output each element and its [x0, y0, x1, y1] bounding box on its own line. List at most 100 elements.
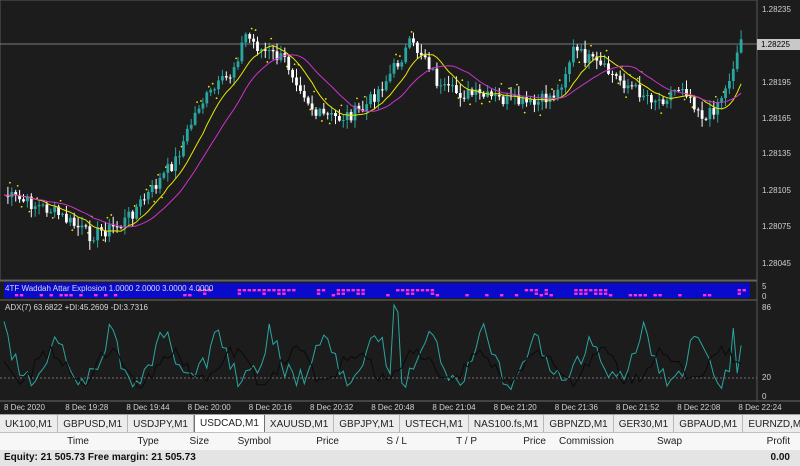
symbol-tab[interactable]: GBPJPY,M1 [334, 415, 401, 433]
waddah-axis-5: 5 [762, 282, 767, 291]
fractal-dot [399, 55, 401, 57]
candle-body [384, 81, 388, 91]
waddah-indicator-title: 4TF Waddah Attar Explosion 1.0000 2.0000… [5, 284, 214, 293]
candle-body [37, 205, 41, 207]
waddah-bar [14, 294, 19, 297]
symbol-tab[interactable]: GBPAUD,M1 [674, 415, 744, 433]
candle-body [669, 91, 673, 101]
waddah-bar [579, 289, 583, 292]
adx-indicator-title: ADX(7) 63.6822 +DI:45.2609 -DI:3.7316 [5, 303, 148, 312]
candle-body [170, 164, 174, 171]
col-size[interactable]: Size [190, 436, 209, 447]
candle-body [728, 81, 731, 89]
candle-body [474, 89, 478, 95]
waddah-bar [435, 294, 440, 297]
symbol-tab[interactable]: USDCAD,M1 [194, 415, 265, 433]
candle-body [408, 38, 411, 48]
waddah-bar [401, 289, 405, 292]
fractal-dot [28, 210, 31, 213]
moving-average-fast [3, 44, 742, 232]
fractal-dot [508, 87, 510, 90]
col-profit[interactable]: Profit [767, 436, 790, 447]
candle-body [665, 100, 669, 105]
symbol-tab[interactable]: NAS100.fs,M1 [469, 415, 545, 433]
candle-body [646, 94, 649, 96]
symbol-tab[interactable]: USTECH,M1 [400, 415, 469, 433]
candle-body [197, 108, 201, 113]
waddah-bar [188, 294, 192, 297]
waddah-bar [19, 294, 24, 297]
candle-body [201, 103, 205, 109]
candle-body [427, 57, 431, 69]
candle-body [618, 75, 622, 81]
col-price[interactable]: Price [316, 436, 339, 447]
fractal-dot [235, 57, 238, 60]
symbol-tab[interactable]: GBPNZD,M1 [544, 415, 614, 433]
candle-body [392, 63, 396, 74]
waddah-bar [702, 294, 707, 297]
time-tick-label: 8 Dec 22:08 [677, 403, 721, 412]
col-swap[interactable]: Swap [657, 436, 682, 447]
candle-body [583, 49, 587, 63]
candle-body [443, 84, 447, 86]
candle-body [291, 69, 294, 78]
candle-body [712, 108, 716, 115]
candle-body [552, 95, 556, 98]
col-type[interactable]: Type [137, 436, 159, 447]
candle-body [322, 108, 326, 114]
fractal-dot [660, 112, 663, 115]
waddah-bar [415, 289, 420, 292]
candle-body [96, 227, 99, 241]
waddah-bar [465, 294, 469, 297]
candle-body [271, 50, 275, 52]
symbol-tab[interactable]: USDJPY,M1 [128, 415, 194, 433]
price-chart[interactable] [0, 0, 800, 414]
candle-body [369, 94, 372, 105]
candle-body [205, 92, 209, 104]
candle-body [252, 38, 255, 42]
col-price-current[interactable]: Price [523, 436, 546, 447]
candle-body [248, 34, 252, 39]
fractal-dot [106, 216, 109, 219]
symbol-tab[interactable]: EURNZD,M1 [743, 415, 800, 433]
candle-body [158, 177, 162, 189]
symbol-tab[interactable]: XAUUSD,M1 [265, 415, 335, 433]
waddah-bar [430, 289, 435, 292]
chart-window[interactable]: 1.28235 1.28195 1.28165 1.28135 1.28105 1.280… [0, 0, 800, 414]
col-symbol[interactable]: Symbol [238, 436, 271, 447]
col-commission[interactable]: Commission [559, 436, 614, 447]
symbol-tab[interactable]: GER30,M1 [614, 415, 675, 433]
waddah-bar [267, 289, 271, 292]
waddah-bar [316, 292, 321, 295]
waddah-bar [603, 289, 608, 292]
col-take-profit[interactable]: T / P [456, 436, 477, 447]
candle-body [681, 89, 684, 91]
candle-body [497, 94, 501, 97]
symbol-tab[interactable]: UK100,M1 [0, 415, 59, 433]
waddah-bar [341, 292, 345, 295]
candle-body [572, 46, 575, 63]
waddah-bar [405, 292, 410, 295]
candle-body [396, 63, 400, 67]
col-time[interactable]: Time [67, 436, 89, 447]
waddah-bar [336, 289, 341, 292]
waddah-bar [420, 289, 425, 292]
waddah-bar [514, 294, 519, 297]
candle-body [209, 89, 213, 93]
waddah-bar [361, 289, 365, 292]
waddah-bar [242, 289, 246, 292]
col-stop-loss[interactable]: S / L [386, 436, 407, 447]
equity-row[interactable]: Equity: 21 505.73 Free margin: 21 505.73… [0, 450, 800, 466]
fractal-dot [110, 214, 113, 216]
candle-body [115, 226, 119, 228]
fractal-dot [321, 120, 323, 122]
waddah-bar [638, 294, 642, 297]
waddah-bar [183, 294, 187, 297]
waddah-bar [39, 294, 44, 297]
candle-body [404, 47, 408, 63]
candle-body [314, 109, 318, 116]
symbol-tab[interactable]: GBPUSD,M1 [58, 415, 129, 433]
waddah-axis-0: 0 [762, 292, 767, 301]
candle-body [587, 54, 591, 63]
candle-body [696, 109, 700, 111]
